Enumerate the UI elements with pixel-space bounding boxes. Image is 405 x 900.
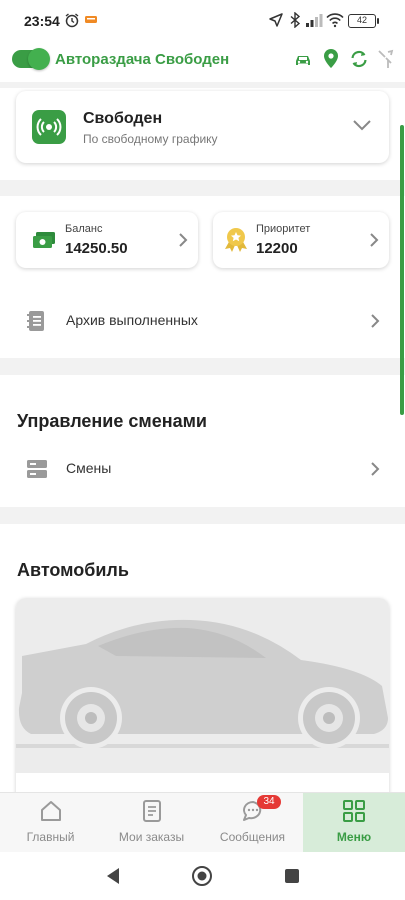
chevron-right-icon xyxy=(179,233,188,247)
section-divider xyxy=(0,507,405,524)
chevron-right-icon xyxy=(371,462,380,476)
archive-label: Архив выполненных xyxy=(66,312,198,328)
section-divider xyxy=(0,358,405,375)
medal-icon xyxy=(225,228,247,252)
toggle-knob xyxy=(28,48,50,70)
shifts-label: Смены xyxy=(66,460,112,476)
nav-home-label: Главный xyxy=(26,830,75,844)
bluetooth-icon xyxy=(290,12,301,28)
signal-off-icon[interactable] xyxy=(377,48,395,70)
status-bar: 23:54 42 xyxy=(0,0,405,42)
alarm-icon xyxy=(65,13,79,28)
grid-icon xyxy=(343,800,365,822)
location-pin-icon[interactable] xyxy=(322,48,340,70)
chevron-right-icon xyxy=(371,314,380,328)
nav-messages-label: Сообщения xyxy=(219,830,286,844)
money-icon xyxy=(33,232,55,248)
home-icon xyxy=(40,801,61,821)
driver-status-card[interactable]: Свободен По свободному графику xyxy=(16,91,389,163)
scroll-indicator[interactable] xyxy=(400,125,404,415)
nav-my-orders[interactable]: Мои заказы xyxy=(101,793,202,853)
archive-row[interactable]: Архив выполненных xyxy=(0,297,400,345)
car-card[interactable] xyxy=(16,598,389,808)
top-bar: Автораздача Свободен xyxy=(0,42,405,82)
balance-label: Баланс xyxy=(65,223,103,235)
driver-status-subtitle: По свободному графику xyxy=(83,132,218,146)
broadcast-icon xyxy=(32,110,66,144)
system-navigation-bar xyxy=(0,852,405,900)
car-image xyxy=(16,598,389,773)
shifts-section-title: Управление сменами xyxy=(17,411,207,431)
nav-my-orders-label: Мои заказы xyxy=(118,830,185,844)
refresh-icon[interactable] xyxy=(349,50,369,68)
nav-messages[interactable]: 34 Сообщения xyxy=(202,793,303,853)
orders-icon xyxy=(142,800,161,822)
wifi-icon xyxy=(326,13,344,28)
shifts-icon xyxy=(27,460,47,478)
priority-label: Приоритет xyxy=(256,223,311,235)
section-divider xyxy=(0,180,405,196)
chevron-down-icon xyxy=(353,120,371,131)
home-button-icon[interactable] xyxy=(191,865,213,887)
balance-card[interactable]: Баланс 14250.50 xyxy=(16,212,198,268)
car-section-title: Автомобиль xyxy=(17,560,129,580)
status-time: 23:54 xyxy=(24,13,60,29)
battery-icon: 42 xyxy=(348,14,379,28)
auto-dispatch-toggle[interactable] xyxy=(12,48,50,70)
section-divider xyxy=(0,82,405,88)
car-icon[interactable] xyxy=(293,52,313,68)
notification-icon xyxy=(85,16,97,23)
document-icon xyxy=(27,311,44,331)
car-silhouette-placeholder xyxy=(16,619,389,749)
back-icon[interactable] xyxy=(104,866,122,886)
nav-menu-label: Меню xyxy=(336,830,372,844)
balance-value: 14250.50 xyxy=(65,240,128,257)
auto-dispatch-status: Автораздача Свободен xyxy=(55,51,230,68)
recents-icon[interactable] xyxy=(284,868,300,884)
nav-home[interactable]: Главный xyxy=(0,793,101,853)
driver-status-title: Свободен xyxy=(83,110,163,127)
signal-icon xyxy=(306,14,323,27)
shifts-row[interactable]: Смены xyxy=(0,445,400,493)
messages-count-badge: 34 xyxy=(257,795,281,809)
priority-card[interactable]: Приоритет 12200 xyxy=(213,212,389,268)
chevron-right-icon xyxy=(370,233,379,247)
priority-value: 12200 xyxy=(256,240,298,257)
location-arrow-icon xyxy=(269,13,283,27)
nav-menu[interactable]: Меню xyxy=(303,793,405,853)
bottom-navigation: Главный Мои заказы 34 Сообщения Меню xyxy=(0,792,405,853)
